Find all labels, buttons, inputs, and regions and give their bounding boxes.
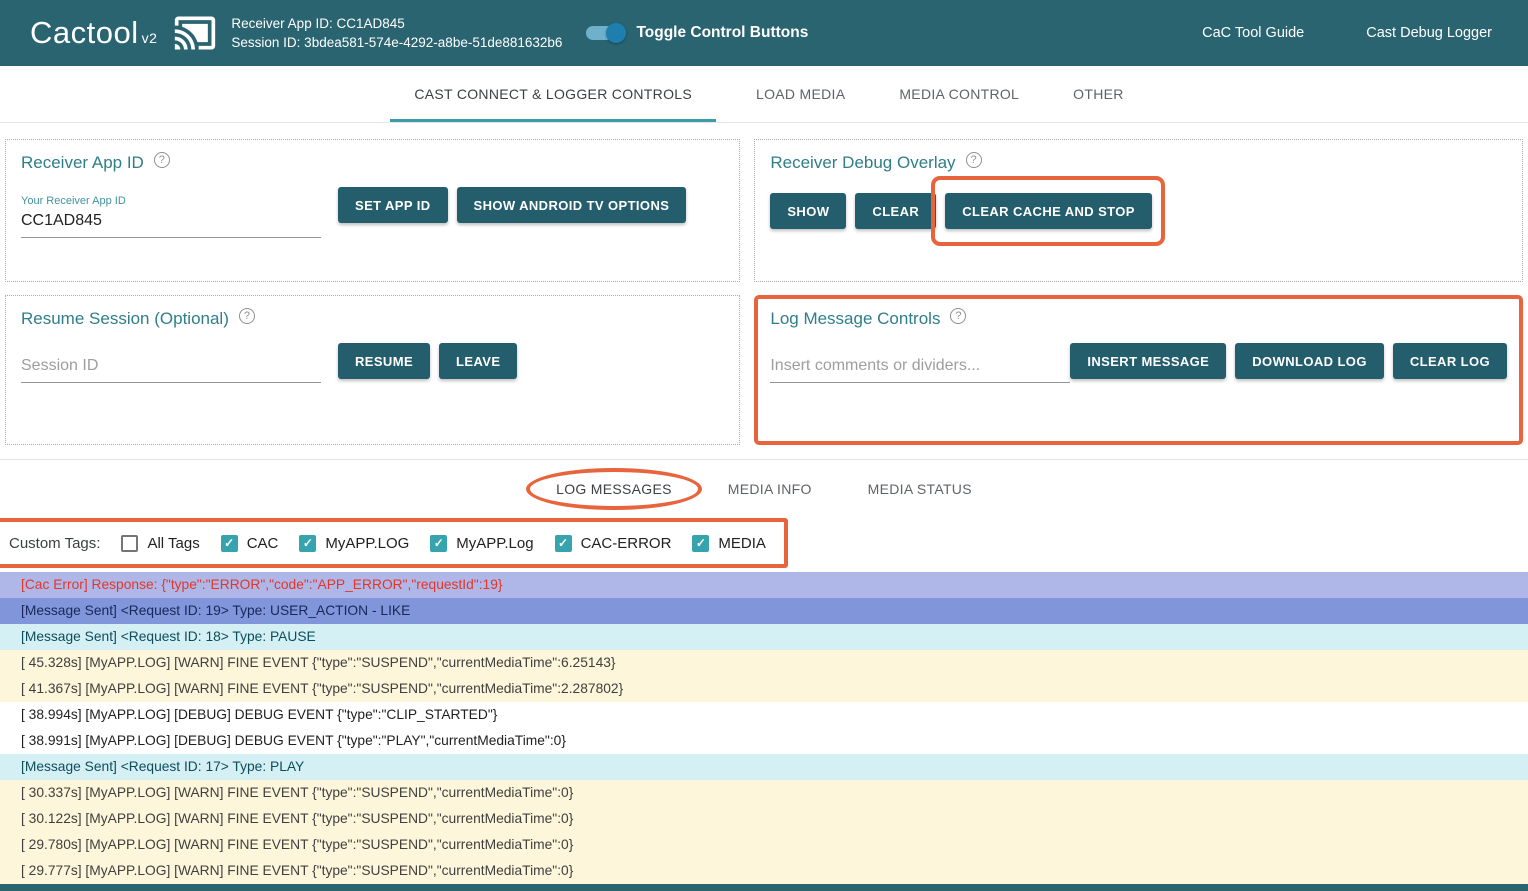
help-icon[interactable] bbox=[966, 152, 982, 168]
log-row: [ 38.994s] [MyAPP.LOG] [DEBUG] DEBUG EVE… bbox=[0, 702, 1528, 728]
brand-version: v2 bbox=[142, 30, 158, 46]
checkbox-checked-icon[interactable] bbox=[221, 535, 238, 552]
toggle-thumb[interactable] bbox=[606, 23, 626, 43]
custom-tags-label: Custom Tags: bbox=[9, 535, 100, 552]
tab-cast-connect-logger-controls[interactable]: CAST CONNECT & LOGGER CONTROLS bbox=[390, 66, 716, 122]
panel-receiver-debug-overlay: Receiver Debug Overlay SHOW CLEAR CLEAR … bbox=[754, 139, 1523, 282]
receiver-app-id-field-label: Your Receiver App ID bbox=[21, 195, 321, 207]
log-row: [Message Sent] <Request ID: 18> Type: PA… bbox=[0, 624, 1528, 650]
panel-title-resume-session: Resume Session (Optional) bbox=[21, 309, 229, 329]
log-row: [ 29.780s] [MyAPP.LOG] [WARN] FINE EVENT… bbox=[0, 832, 1528, 858]
tag-checkbox-cac-error[interactable]: CAC-ERROR bbox=[555, 535, 672, 552]
leave-button[interactable]: LEAVE bbox=[439, 343, 517, 379]
tag-label: CAC-ERROR bbox=[581, 535, 672, 552]
log-row: [Message Sent] <Request ID: 17> Type: PL… bbox=[0, 754, 1528, 780]
log-section: LOG MESSAGES MEDIA INFO MEDIA STATUS Cus… bbox=[0, 459, 1528, 884]
cast-icon bbox=[173, 11, 217, 55]
session-id-text: Session ID: 3bdea581-574e-4292-a8be-51de… bbox=[231, 33, 562, 52]
clear-overlay-button[interactable]: CLEAR bbox=[855, 193, 936, 229]
header-links: CaC Tool Guide Cast Debug Logger bbox=[1202, 25, 1502, 41]
tag-label: CAC bbox=[247, 535, 279, 552]
tag-checkbox-myapp-log-mixed[interactable]: MyAPP.Log bbox=[430, 535, 533, 552]
help-icon[interactable] bbox=[154, 152, 170, 168]
clear-cache-and-stop-button[interactable]: CLEAR CACHE AND STOP bbox=[945, 193, 1152, 229]
log-row: [ 30.122s] [MyAPP.LOG] [WARN] FINE EVENT… bbox=[0, 806, 1528, 832]
set-app-id-button[interactable]: SET APP ID bbox=[338, 187, 448, 223]
panel-receiver-app-id: Receiver App ID Your Receiver App ID SET… bbox=[5, 139, 740, 282]
panel-log-message-controls: Log Message Controls INSERT MESSAGE DOWN… bbox=[754, 295, 1523, 445]
log-row: [ 38.991s] [MyAPP.LOG] [DEBUG] DEBUG EVE… bbox=[0, 728, 1528, 754]
brand-name: Cactool bbox=[30, 15, 139, 50]
log-row: [ 41.367s] [MyAPP.LOG] [WARN] FINE EVENT… bbox=[0, 676, 1528, 702]
main-tab-bar: CAST CONNECT & LOGGER CONTROLS LOAD MEDI… bbox=[0, 66, 1528, 123]
receiver-app-id-input[interactable] bbox=[21, 207, 321, 238]
tab-load-media[interactable]: LOAD MEDIA bbox=[742, 66, 859, 122]
tab-media-info[interactable]: MEDIA INFO bbox=[722, 481, 818, 497]
panel-title-receiver-debug-overlay: Receiver Debug Overlay bbox=[770, 153, 955, 173]
help-icon[interactable] bbox=[950, 308, 966, 324]
control-buttons-toggle[interactable] bbox=[586, 23, 624, 43]
tag-checkbox-all-tags[interactable]: All Tags bbox=[121, 535, 199, 552]
tab-media-status[interactable]: MEDIA STATUS bbox=[862, 481, 978, 497]
log-comment-input[interactable] bbox=[770, 343, 1070, 383]
tag-checkbox-media[interactable]: MEDIA bbox=[692, 535, 766, 552]
tag-label: All Tags bbox=[147, 535, 199, 552]
app-header: Cactoolv2 Receiver App ID: CC1AD845 Sess… bbox=[0, 0, 1528, 66]
checkbox-unchecked-icon[interactable] bbox=[121, 535, 138, 552]
receiver-app-id-field: Your Receiver App ID bbox=[21, 195, 321, 238]
insert-message-button[interactable]: INSERT MESSAGE bbox=[1070, 343, 1226, 379]
cast-debug-logger-link[interactable]: Cast Debug Logger bbox=[1366, 25, 1492, 41]
custom-tags-bar: Custom Tags: All Tags CAC MyAPP.LOG MyAP… bbox=[0, 518, 788, 568]
control-panels: Receiver App ID Your Receiver App ID SET… bbox=[5, 139, 1523, 445]
checkbox-checked-icon[interactable] bbox=[430, 535, 447, 552]
checkbox-checked-icon[interactable] bbox=[555, 535, 572, 552]
session-id-field bbox=[21, 343, 321, 383]
checkbox-checked-icon[interactable] bbox=[692, 535, 709, 552]
clear-cache-annotation-wrap: CLEAR CACHE AND STOP bbox=[945, 193, 1152, 229]
log-row: [ 30.337s] [MyAPP.LOG] [WARN] FINE EVENT… bbox=[0, 780, 1528, 806]
log-row: [ 45.328s] [MyAPP.LOG] [WARN] FINE EVENT… bbox=[0, 650, 1528, 676]
log-row: [Message Sent] <Request ID: 19> Type: US… bbox=[0, 598, 1528, 624]
tag-label: MyAPP.Log bbox=[456, 535, 533, 552]
log-comment-field bbox=[770, 343, 1070, 383]
session-info: Receiver App ID: CC1AD845 Session ID: 3b… bbox=[231, 14, 562, 52]
tag-label: MyAPP.LOG bbox=[325, 535, 409, 552]
cac-tool-guide-link[interactable]: CaC Tool Guide bbox=[1202, 25, 1304, 41]
resume-button[interactable]: RESUME bbox=[338, 343, 430, 379]
tag-checkbox-myapp-log-upper[interactable]: MyAPP.LOG bbox=[299, 535, 409, 552]
tag-label: MEDIA bbox=[718, 535, 766, 552]
bottom-bar bbox=[0, 884, 1528, 891]
log-row: [Cac Error] Response: {"type":"ERROR","c… bbox=[0, 572, 1528, 598]
show-overlay-button[interactable]: SHOW bbox=[770, 193, 846, 229]
tab-media-control[interactable]: MEDIA CONTROL bbox=[885, 66, 1033, 122]
clear-log-button[interactable]: CLEAR LOG bbox=[1393, 343, 1507, 379]
tag-checkbox-cac[interactable]: CAC bbox=[221, 535, 279, 552]
receiver-app-id-text: Receiver App ID: CC1AD845 bbox=[231, 14, 562, 33]
panel-resume-session: Resume Session (Optional) RESUME LEAVE bbox=[5, 295, 740, 445]
download-log-button[interactable]: DOWNLOAD LOG bbox=[1235, 343, 1384, 379]
panel-title-receiver-app-id: Receiver App ID bbox=[21, 153, 144, 173]
tab-log-messages[interactable]: LOG MESSAGES bbox=[550, 481, 678, 497]
tab-log-messages-label: LOG MESSAGES bbox=[556, 481, 672, 497]
show-android-tv-options-button[interactable]: SHOW ANDROID TV OPTIONS bbox=[457, 187, 687, 223]
tab-other[interactable]: OTHER bbox=[1059, 66, 1138, 122]
log-tab-bar: LOG MESSAGES MEDIA INFO MEDIA STATUS bbox=[0, 460, 1528, 518]
session-id-input[interactable] bbox=[21, 343, 321, 383]
help-icon[interactable] bbox=[239, 308, 255, 324]
app-brand: Cactoolv2 bbox=[30, 15, 157, 51]
log-message-list: [Cac Error] Response: {"type":"ERROR","c… bbox=[0, 572, 1528, 884]
toggle-label: Toggle Control Buttons bbox=[636, 24, 808, 42]
checkbox-checked-icon[interactable] bbox=[299, 535, 316, 552]
log-row: [ 29.777s] [MyAPP.LOG] [WARN] FINE EVENT… bbox=[0, 858, 1528, 884]
panel-title-log-message-controls: Log Message Controls bbox=[770, 309, 940, 329]
